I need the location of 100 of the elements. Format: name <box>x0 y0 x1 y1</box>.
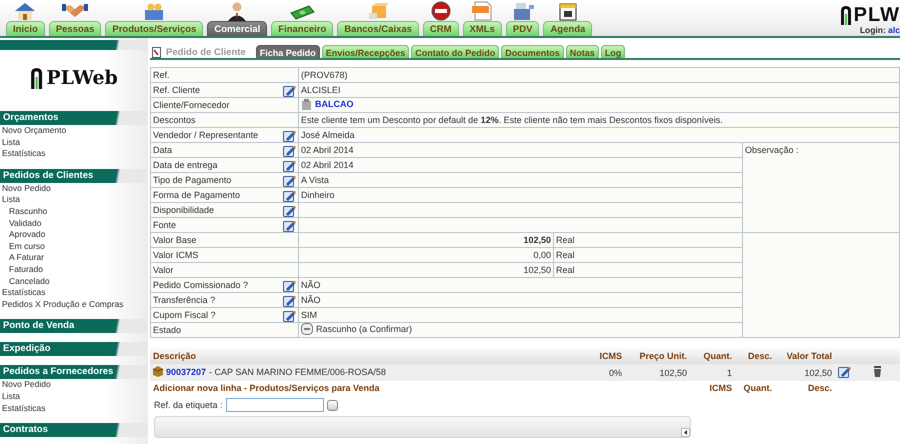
field-label: Data <box>153 145 172 155</box>
field-label: Ref. da etiqueta : <box>154 400 223 410</box>
field-value: NÃO <box>301 280 321 290</box>
sidebar-section-header[interactable]: Orçamentos <box>0 111 148 125</box>
field-value: Dinheiro <box>301 190 335 200</box>
nav-tab[interactable]: XMLs <box>462 21 502 36</box>
field-value: NÃO <box>301 295 321 305</box>
nav-tab[interactable]: Inicio <box>6 21 45 36</box>
sidebar-section-header[interactable]: Pedidos de Clientes <box>0 168 148 183</box>
sidebar-link[interactable]: Lista <box>0 194 148 206</box>
tab[interactable]: Documentos <box>501 45 564 58</box>
tab[interactable]: Contato do Pedido <box>411 45 500 58</box>
field-label: Valor Base <box>153 235 196 245</box>
scroll-left-icon[interactable] <box>681 428 690 437</box>
sidebar-link[interactable]: Pedidos X Produção e Compras <box>0 298 148 310</box>
nav-tab[interactable]: Comercial <box>207 21 268 36</box>
currency: Real <box>556 235 575 245</box>
product-link[interactable]: 90037207 <box>166 366 206 376</box>
nav-tab[interactable]: PDV <box>506 21 540 36</box>
status-text: Rascunho (a Confirmar) <box>316 324 412 334</box>
nav-tab[interactable]: Pessoas <box>48 21 102 36</box>
building-icon <box>301 98 312 110</box>
trash-icon[interactable] <box>873 366 882 377</box>
edit-icon[interactable] <box>283 128 296 142</box>
sidebar-link[interactable]: A Faturar <box>0 252 148 264</box>
sidebar-section-header[interactable]: Expedição <box>0 342 148 356</box>
login-info: Login: alc <box>860 25 900 35</box>
edit-icon[interactable] <box>283 174 296 186</box>
field-value: José Almeida <box>301 130 355 140</box>
field-label: Cupom Fiscal ? <box>153 310 216 320</box>
field-label: Data de entrega <box>153 160 218 170</box>
table-cell: 1 <box>690 364 735 381</box>
table-cell: 102,50 <box>775 364 835 381</box>
field-value: Este cliente tem um Desconto por default de 12%. Este cliente não tem mais Descontos fixos disponíveis. <box>301 115 723 125</box>
sidebar-link[interactable]: Estatísticas <box>0 287 148 299</box>
sidebar-logo: PLWeb <box>46 67 118 89</box>
tab[interactable]: Ficha Pedido <box>256 45 320 58</box>
sidebar-link[interactable]: Novo Pedido <box>0 379 148 391</box>
nav-tab[interactable]: Financeiro <box>271 21 334 36</box>
observation-label: Observação : <box>745 145 799 155</box>
field-value: 02 Abril 2014 <box>301 160 354 170</box>
edit-icon[interactable] <box>283 204 296 216</box>
field-value: A Vista <box>301 175 329 185</box>
column-header: Quant. <box>690 348 735 364</box>
sidebar-section-header[interactable]: Contratos <box>0 423 148 438</box>
sidebar-link[interactable]: Rascunho <box>0 206 148 218</box>
column-header: Descrição <box>150 348 585 364</box>
customer-link[interactable]: BALCAO <box>315 99 354 109</box>
sidebar-link[interactable]: Cancelado <box>0 276 148 288</box>
nav-tab[interactable]: Agenda <box>543 21 592 36</box>
column-header: Preço Unit. <box>625 348 690 364</box>
search-button[interactable] <box>326 400 338 410</box>
sidebar-section-header[interactable]: Ponto de Venda <box>0 319 148 334</box>
sidebar-link[interactable]: Faturado <box>0 264 148 276</box>
field-label: Descontos <box>153 115 196 125</box>
edit-icon[interactable] <box>838 365 851 378</box>
currency: Real <box>556 265 575 275</box>
edit-icon[interactable] <box>283 278 296 292</box>
field-label: Disponibilidade <box>153 205 214 215</box>
edit-icon[interactable] <box>283 158 296 172</box>
amount: 102,50 <box>298 232 554 248</box>
field-label: Cliente/Fornecedor <box>153 100 230 110</box>
field-value: SIM <box>301 310 318 320</box>
tab[interactable]: Notas <box>566 45 599 58</box>
field-value: (PROV678) <box>301 70 348 80</box>
sidebar-link[interactable]: Lista <box>0 390 148 402</box>
nav-tab[interactable]: CRM <box>422 21 459 36</box>
edit-icon[interactable] <box>283 294 296 306</box>
sidebar-link[interactable]: Novo Orçamento <box>0 125 148 137</box>
tab[interactable]: Envios/Recepções <box>322 45 410 58</box>
sidebar-link[interactable]: Estatísticas <box>0 148 148 160</box>
sidebar-link[interactable]: Estatísticas <box>0 402 148 414</box>
sidebar-link[interactable]: Lista <box>0 136 148 148</box>
field-value: 02 Abril 2014 <box>301 145 354 155</box>
field-label: Tipo de Pagamento <box>153 175 232 185</box>
box-icon <box>153 366 163 377</box>
nav-tab[interactable]: Bancos/Caixas <box>337 21 419 36</box>
user-link[interactable]: alc <box>888 25 900 35</box>
product-description: - CAP SAN MARINO FEMME/006-ROSA/58 <box>209 366 386 376</box>
field-label: Ref. Cliente <box>153 85 200 95</box>
sidebar-link[interactable]: Novo Pedido <box>0 182 148 194</box>
sidebar-section-header[interactable]: Pedidos a Fornecedores <box>0 365 148 380</box>
logo-icon <box>30 67 44 89</box>
amount: 0,00 <box>298 248 554 262</box>
edit-icon[interactable] <box>283 308 296 322</box>
edit-icon[interactable] <box>283 188 296 202</box>
label-ref-input[interactable] <box>226 398 324 412</box>
field-label: Transferência ? <box>153 295 216 305</box>
edit-icon[interactable] <box>283 218 296 232</box>
nav-tab[interactable]: Produtos/Serviços <box>105 21 204 36</box>
sidebar-link[interactable]: Em curso <box>0 240 148 252</box>
field-label: Valor ICMS <box>153 250 198 260</box>
edit-icon[interactable] <box>283 144 296 156</box>
edit-icon[interactable] <box>283 84 296 96</box>
field-label: Vendedor / Representante <box>153 130 258 140</box>
sidebar-link[interactable]: Validado <box>0 218 148 230</box>
sidebar-link[interactable]: Aprovado <box>0 229 148 241</box>
column-header: Valor Total <box>775 348 835 364</box>
tab[interactable]: Log <box>600 45 626 58</box>
field-label: Fonte <box>153 220 176 230</box>
